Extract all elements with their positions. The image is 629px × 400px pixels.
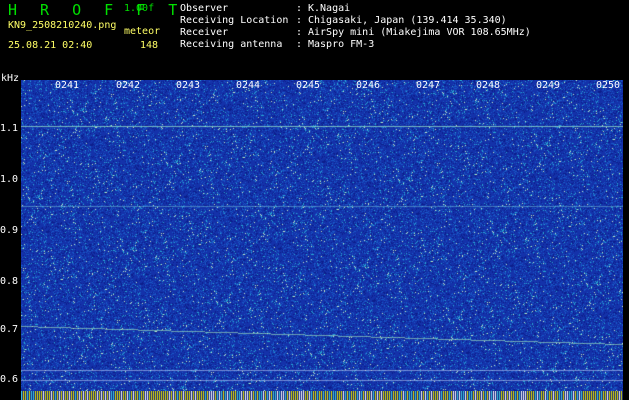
timestamp-label: 25.08.21 02:40 xyxy=(8,40,93,51)
meta-separator: : xyxy=(296,15,303,26)
x-tick-label: 0242 xyxy=(116,80,141,91)
version-label: 1.00f xyxy=(124,3,155,14)
x-tick-label: 0247 xyxy=(416,80,441,91)
x-tick-label: 0241 xyxy=(55,80,80,91)
y-tick-label: 1.1 xyxy=(0,123,19,134)
meta-receiver-value: AirSpy mini (Miakejima VOR 108.65MHz) xyxy=(308,27,531,38)
mode-label: meteor xyxy=(124,26,161,37)
x-tick-label: 0244 xyxy=(236,80,261,91)
x-tick-label: 0243 xyxy=(176,80,201,91)
y-tick-label: 0.8 xyxy=(0,276,19,287)
meta-separator: : xyxy=(296,3,303,14)
app-title: H R O F F T xyxy=(8,1,185,19)
meta-receiver-label: Receiver xyxy=(180,27,229,38)
meta-observer-value: K.Nagai xyxy=(308,3,351,14)
x-tick-label: 0250 xyxy=(596,80,621,91)
count-label: 148 xyxy=(140,40,159,51)
y-tick-label: 1.0 xyxy=(0,174,19,185)
meta-separator: : xyxy=(296,27,303,38)
spectrogram-plot xyxy=(21,80,623,391)
filename-label: KN9_2508210240.png xyxy=(8,20,117,31)
meta-separator: : xyxy=(296,39,303,50)
signal-strip xyxy=(21,391,623,400)
x-tick-label: 0249 xyxy=(536,80,561,91)
meta-antenna-value: Maspro FM-3 xyxy=(308,39,375,50)
meta-antenna-label: Receiving antenna xyxy=(180,39,283,50)
y-axis-unit: kHz xyxy=(1,73,20,84)
y-tick-label: 0.7 xyxy=(0,324,19,335)
meta-location-label: Receiving Location xyxy=(180,15,289,26)
y-tick-label: 0.6 xyxy=(0,374,19,385)
signal-strip-canvas xyxy=(21,391,623,400)
x-tick-label: 0246 xyxy=(356,80,381,91)
x-tick-label: 0245 xyxy=(296,80,321,91)
spectrogram-canvas xyxy=(21,80,623,391)
x-tick-label: 0248 xyxy=(476,80,501,91)
y-tick-label: 0.9 xyxy=(0,225,19,236)
meta-observer-label: Observer xyxy=(180,3,229,14)
meta-location-value: Chigasaki, Japan (139.414 35.340) xyxy=(308,15,507,26)
